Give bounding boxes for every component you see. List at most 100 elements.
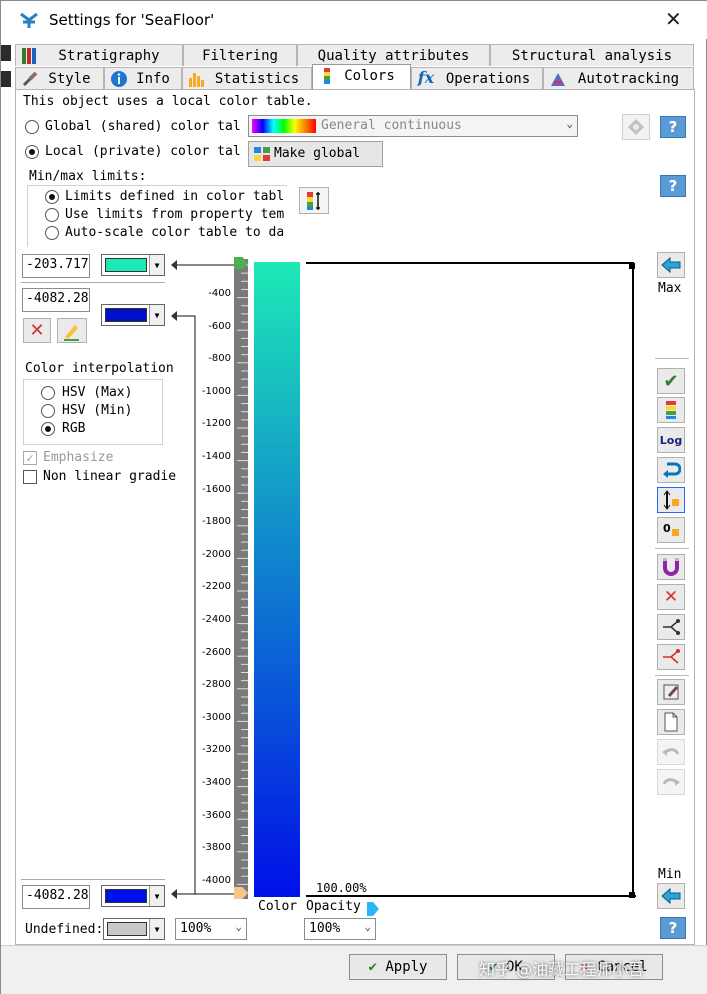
tab-label: Structural analysis	[511, 48, 673, 64]
limits-property-template-radio[interactable]	[45, 208, 59, 222]
opacity-curve-area[interactable]	[306, 262, 634, 897]
tab-statistics[interactable]: Statistics	[182, 67, 312, 89]
gradient-preview	[252, 119, 316, 133]
top-value-input[interactable]: -203.717	[22, 254, 90, 278]
bar-chart-icon	[189, 73, 204, 87]
undefined-opacity-select[interactable]: 100% ⌄	[175, 918, 247, 940]
go-to-max-button[interactable]	[657, 252, 685, 278]
accept-button[interactable]: ✔	[657, 368, 685, 394]
tab-stratigraphy[interactable]: Stratigraphy	[15, 44, 183, 66]
zero-lock-button[interactable]: 0	[657, 517, 685, 543]
make-global-label: Make global	[274, 146, 361, 161]
arrow-left-icon	[661, 256, 681, 274]
svg-text:0: 0	[663, 522, 671, 535]
bottom-color-picker[interactable]: ▼	[101, 885, 165, 907]
magnet-icon	[663, 558, 679, 576]
chevron-down-icon: ⌄	[235, 920, 242, 933]
nonlinear-checkbox[interactable]	[23, 470, 37, 484]
top-color-picker[interactable]: ▼	[101, 254, 165, 276]
log-icon: Log	[659, 433, 683, 447]
flip-button[interactable]	[657, 457, 685, 483]
divider	[21, 879, 165, 880]
dialog-button-bar: ✔ Apply ✔ OK ✕ Cancel 知乎 @油藏工程师小吾	[1, 945, 707, 994]
upper-color-swatch	[105, 308, 147, 322]
tab-info[interactable]: Info	[104, 67, 182, 89]
delete-color-button[interactable]: ✕	[23, 318, 51, 343]
edit-limits-button[interactable]	[299, 187, 329, 214]
background-window-edge	[1, 71, 11, 87]
log-scale-button[interactable]: Log	[657, 427, 685, 453]
lock-range-button[interactable]	[657, 487, 685, 513]
tab-colors[interactable]: Colors	[312, 64, 411, 89]
max-label: Max	[658, 281, 682, 296]
local-radio[interactable]	[25, 145, 39, 159]
tab-operations[interactable]: fx Operations	[411, 67, 543, 89]
tick-label: -3600	[201, 809, 231, 821]
help-button-limits[interactable]: ?	[660, 175, 686, 197]
make-global-button[interactable]: Make global	[248, 141, 383, 167]
divider	[655, 548, 689, 549]
global-color-table-select[interactable]: General continuous ⌄	[248, 115, 578, 137]
tick-label: -1800	[201, 516, 231, 528]
tab-style[interactable]: Style	[15, 67, 104, 89]
go-to-min-button[interactable]	[657, 883, 685, 909]
local-table-note: This object uses a local color table.	[23, 94, 313, 109]
opacity-caption: Opacity	[306, 899, 361, 914]
limits-autoscale-radio[interactable]	[45, 226, 59, 240]
upper-value-input[interactable]: -4082.28	[22, 288, 90, 312]
tab-label: Filtering	[202, 48, 278, 64]
opacity-select[interactable]: 100% ⌄	[304, 918, 376, 940]
new-table-button[interactable]	[657, 709, 685, 735]
interp-option: HSV (Max)	[62, 385, 133, 400]
min-label: Min	[658, 867, 682, 882]
ruler-ticks	[237, 264, 248, 894]
flip-arrow-icon	[663, 462, 681, 478]
undo-icon	[662, 748, 680, 756]
tab-autotracking[interactable]: Autotracking	[543, 67, 694, 89]
checkmark-icon: ✔	[663, 370, 679, 392]
fx-icon: fx	[417, 68, 435, 87]
tab-quality-attributes[interactable]: Quality attributes	[297, 44, 490, 66]
color-gradient-bar[interactable]	[254, 262, 300, 897]
interp-hsv-max-radio[interactable]	[41, 386, 55, 400]
divider	[655, 358, 689, 359]
pencil-icon	[64, 324, 79, 341]
emphasize-label: Emphasize	[43, 450, 114, 465]
tab-label: Colors	[344, 68, 395, 84]
tab-label: Statistics	[214, 71, 300, 87]
merge-node-button[interactable]	[657, 644, 685, 670]
undo-button[interactable]	[657, 739, 685, 765]
window-title: Settings for 'SeaFloor'	[49, 11, 215, 29]
split-node-button[interactable]	[657, 614, 685, 640]
help-button-colors[interactable]: ?	[660, 917, 686, 939]
branch-red-icon	[663, 649, 680, 664]
undefined-color-picker[interactable]: ▼	[103, 918, 165, 940]
bottom-value-input[interactable]: -4082.28	[22, 885, 90, 909]
dropdown-arrow-icon: ▼	[149, 886, 164, 906]
interp-rgb-radio[interactable]	[41, 422, 55, 436]
opacity-node-top[interactable]	[629, 263, 635, 269]
info-icon	[111, 71, 127, 87]
save-table-button[interactable]	[657, 679, 685, 705]
top-color-swatch	[105, 258, 147, 272]
tab-structural-analysis[interactable]: Structural analysis	[490, 44, 694, 66]
color-table-button[interactable]	[657, 397, 685, 423]
apply-button[interactable]: ✔ Apply	[349, 954, 447, 980]
global-radio[interactable]	[25, 120, 39, 134]
remove-node-button[interactable]: ✕	[657, 584, 685, 610]
edit-color-button[interactable]	[57, 318, 87, 343]
limits-color-table-radio[interactable]	[45, 190, 59, 204]
emphasize-checkbox[interactable]: ✓	[23, 451, 37, 465]
interp-hsv-min-radio[interactable]	[41, 404, 55, 418]
close-button[interactable]: ✕	[665, 7, 682, 31]
magnet-button[interactable]	[657, 554, 685, 580]
help-button[interactable]: ?	[660, 116, 686, 138]
tab-filtering[interactable]: Filtering	[183, 44, 297, 66]
tick-label: -1200	[201, 418, 231, 430]
watermark: 知乎 @油藏工程师小吾	[479, 960, 645, 979]
divider	[21, 282, 165, 283]
redo-button[interactable]	[657, 769, 685, 795]
redo-icon	[662, 778, 680, 786]
upper-color-picker[interactable]: ▼	[101, 304, 165, 326]
color-table-settings-button[interactable]	[622, 114, 650, 140]
